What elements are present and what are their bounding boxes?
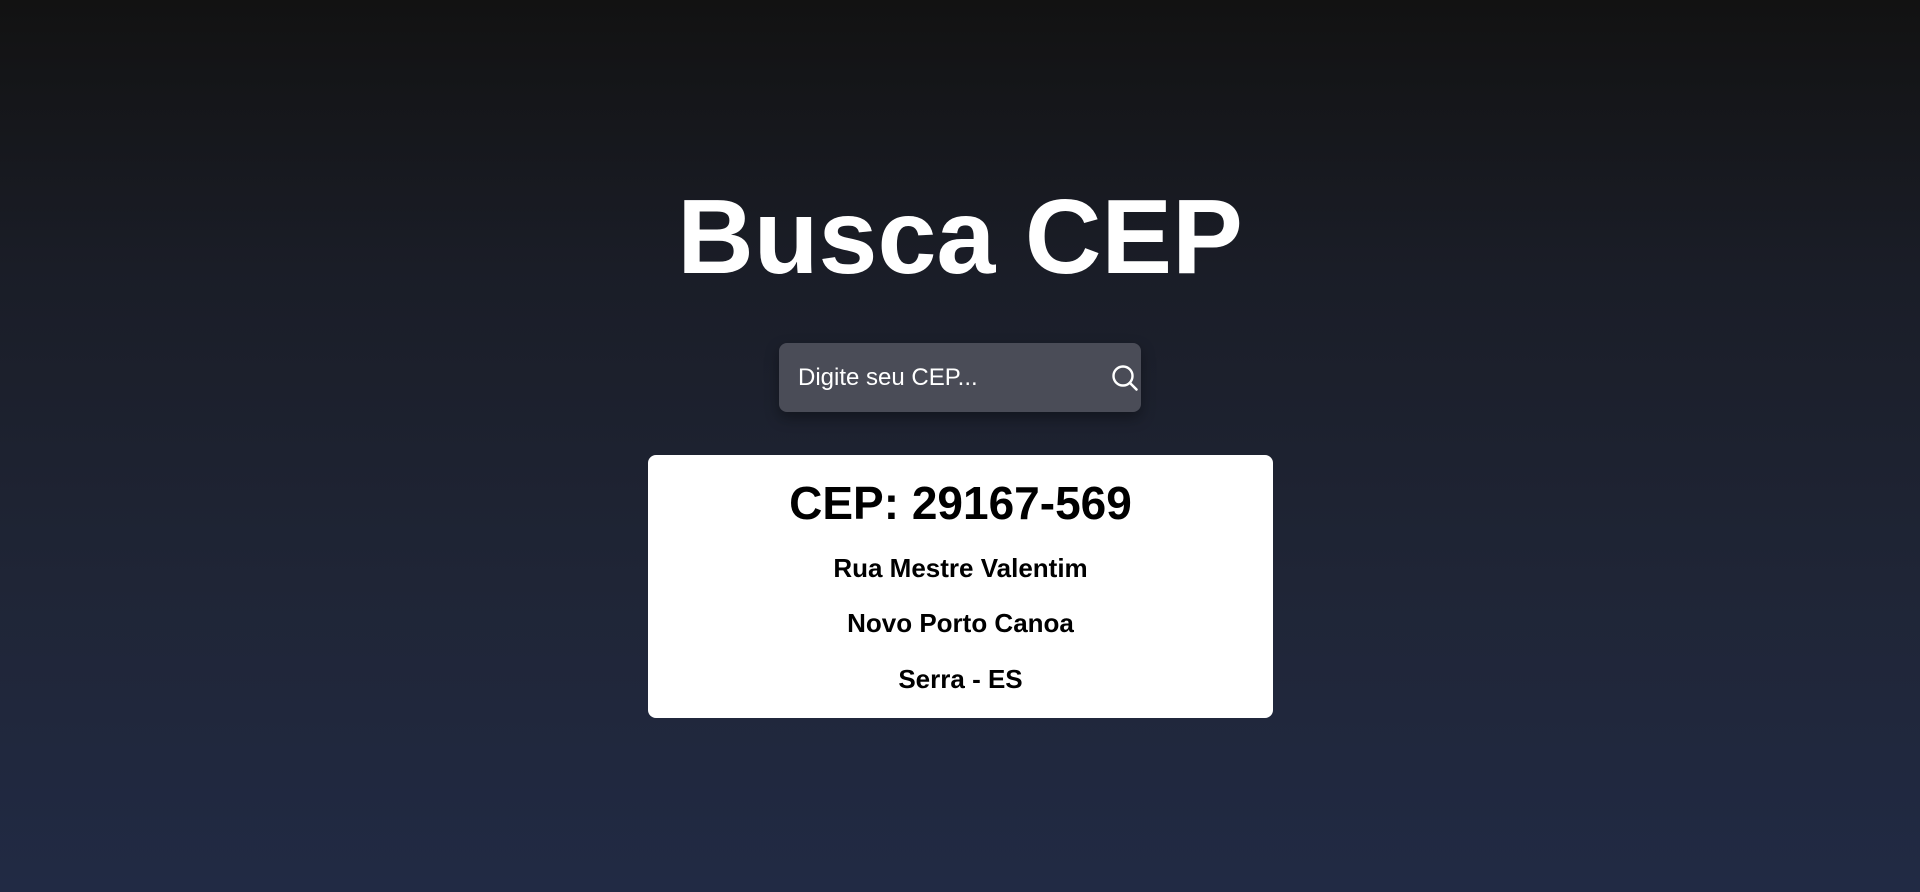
result-card: CEP: 29167-569 Rua Mestre Valentim Novo … (648, 455, 1273, 718)
street-text: Rua Mestre Valentim (833, 553, 1088, 583)
city-state-text: Serra - ES (898, 664, 1023, 694)
search-input[interactable] (779, 343, 1108, 412)
page-title: Busca CEP (677, 178, 1243, 296)
search-icon (1111, 364, 1138, 391)
search-button[interactable] (1108, 343, 1141, 412)
cep-heading: CEP: 29167-569 (789, 477, 1132, 529)
search-bar (779, 343, 1141, 412)
district-text: Novo Porto Canoa (847, 608, 1074, 638)
app-container: Busca CEP CEP: 29167-569 Rua Mestre Vale… (0, 0, 1920, 892)
